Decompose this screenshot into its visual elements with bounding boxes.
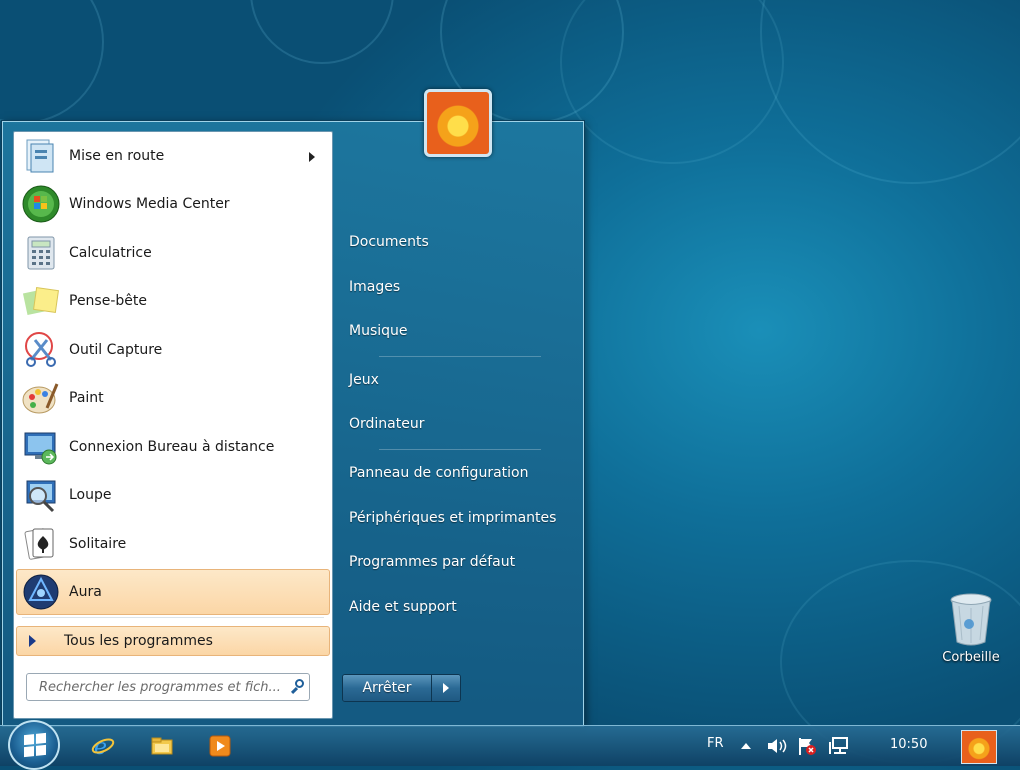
magnifier-icon: [21, 475, 61, 515]
right-link-jeux[interactable]: Jeux: [349, 369, 379, 391]
aura-icon: [21, 572, 61, 612]
show-desktop-thumbnail[interactable]: [961, 730, 997, 764]
language-indicator[interactable]: FR: [707, 736, 724, 751]
program-item-pense-bete[interactable]: Pense-bête: [16, 278, 330, 324]
start-menu-programs-pane: Mise en route Windows Media Center Calcu…: [13, 131, 333, 719]
chevron-right-icon: [443, 683, 449, 693]
clock[interactable]: 10:50: [890, 737, 927, 752]
volume-icon[interactable]: [766, 736, 788, 756]
expand-arrow-icon: [29, 635, 36, 647]
action-center-icon[interactable]: [796, 736, 818, 756]
search-icon[interactable]: [291, 679, 307, 695]
separator: [379, 449, 541, 450]
program-label: Windows Media Center: [69, 196, 230, 212]
show-hidden-icons-icon[interactable]: [738, 738, 754, 754]
start-search-box[interactable]: [26, 673, 310, 701]
shutdown-control: Arrêter: [342, 674, 461, 702]
program-item-outil-capture[interactable]: Outil Capture: [16, 327, 330, 373]
desktop-icon-recycle-bin[interactable]: Corbeille: [936, 592, 1006, 678]
program-label: Pense-bête: [69, 293, 147, 309]
network-icon[interactable]: [828, 736, 850, 756]
program-item-mise-en-route[interactable]: Mise en route: [16, 133, 330, 179]
program-item-loupe[interactable]: Loupe: [16, 472, 330, 518]
solitaire-icon: [21, 524, 61, 564]
windows-explorer-icon[interactable]: [150, 734, 174, 758]
program-label: Paint: [69, 390, 104, 406]
mise-en-route-icon: [21, 136, 61, 176]
right-link-ordinateur[interactable]: Ordinateur: [349, 413, 425, 435]
program-item-aura[interactable]: Aura: [16, 569, 330, 615]
media-player-icon[interactable]: [208, 734, 232, 758]
taskbar: e FR 10:50: [0, 720, 1020, 770]
program-item-calculatrice[interactable]: Calculatrice: [16, 230, 330, 276]
program-item-paint[interactable]: Paint: [16, 375, 330, 421]
right-link-documents[interactable]: Documents: [349, 231, 429, 253]
internet-explorer-icon[interactable]: e: [91, 734, 115, 760]
program-label: Aura: [69, 584, 102, 600]
separator: [379, 356, 541, 357]
snipping-tool-icon: [21, 330, 61, 370]
user-account-picture[interactable]: [424, 89, 492, 157]
submenu-arrow-icon: [309, 152, 315, 162]
recycle-bin-icon: [949, 592, 993, 646]
sticky-notes-icon: [21, 281, 61, 321]
program-label: Calculatrice: [69, 245, 152, 261]
program-label: Outil Capture: [69, 342, 163, 358]
windows-logo-icon: [24, 732, 46, 758]
paint-icon: [21, 378, 61, 418]
program-label: Solitaire: [69, 536, 127, 552]
right-link-panneau-de-configuration[interactable]: Panneau de configuration: [349, 462, 528, 484]
windows-media-center-icon: [21, 184, 61, 224]
remote-desktop-icon: [21, 427, 61, 467]
right-link-musique[interactable]: Musique: [349, 320, 408, 342]
program-item-windows-media-center[interactable]: Windows Media Center: [16, 181, 330, 227]
calculator-icon: [21, 233, 61, 273]
all-programs-label: Tous les programmes: [64, 633, 213, 649]
start-button[interactable]: [8, 720, 60, 770]
right-link-programmes-par-defaut[interactable]: Programmes par défaut: [349, 551, 515, 573]
desktop-icon-label: Corbeille: [942, 650, 1000, 665]
separator: [22, 617, 324, 618]
start-menu: Mise en route Windows Media Center Calcu…: [2, 89, 584, 727]
program-item-solitaire[interactable]: Solitaire: [16, 521, 330, 567]
shutdown-button[interactable]: Arrêter: [343, 675, 431, 701]
program-item-connexion-bureau-a-distance[interactable]: Connexion Bureau à distance: [16, 424, 330, 470]
right-link-peripheriques-et-imprimantes[interactable]: Périphériques et imprimantes: [349, 507, 556, 529]
right-link-images[interactable]: Images: [349, 276, 400, 298]
program-label: Mise en route: [69, 148, 165, 164]
start-search-input[interactable]: [37, 678, 285, 696]
svg-text:e: e: [94, 735, 107, 758]
right-link-aide-et-support[interactable]: Aide et support: [349, 596, 457, 618]
program-label: Connexion Bureau à distance: [69, 439, 275, 455]
program-label: Loupe: [69, 487, 112, 503]
all-programs-button[interactable]: Tous les programmes: [16, 626, 330, 656]
shutdown-options-button[interactable]: [431, 675, 460, 701]
